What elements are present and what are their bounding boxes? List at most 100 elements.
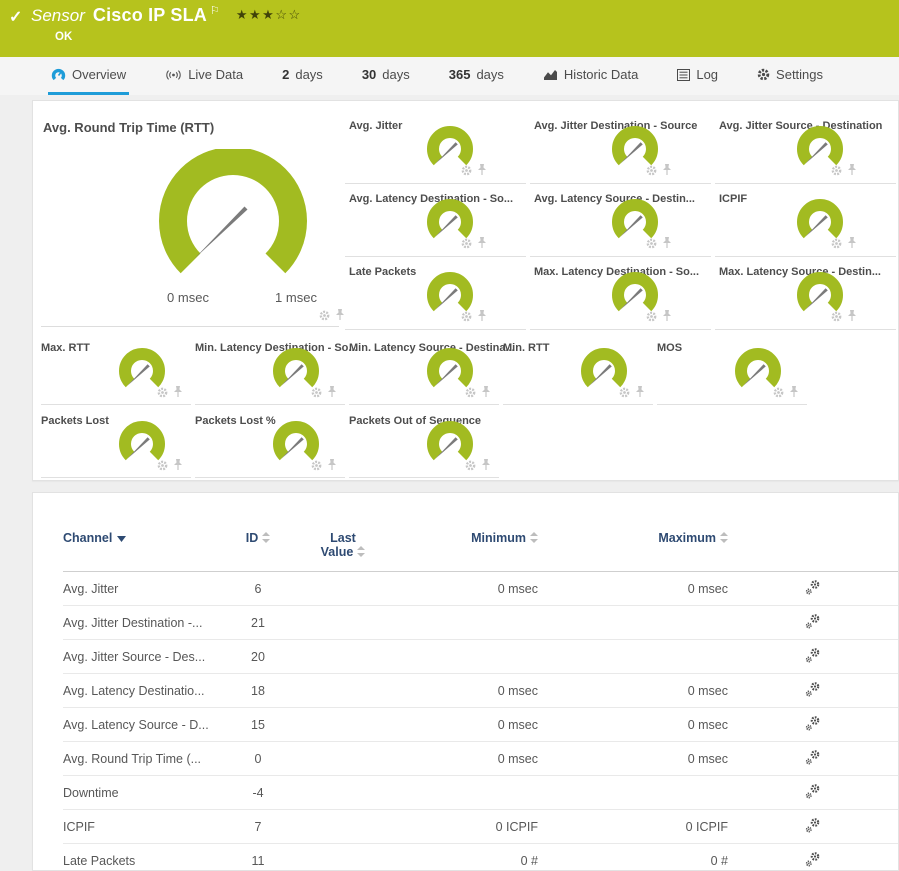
maximum-cell xyxy=(538,776,728,810)
channel-cell[interactable]: Downtime xyxy=(63,776,228,810)
tab-label: Overview xyxy=(72,67,126,82)
priority-stars[interactable]: ★★★☆☆ xyxy=(236,7,302,23)
pin-icon[interactable] xyxy=(662,237,672,249)
tab-365-days[interactable]: 365days xyxy=(446,57,507,95)
column-header-last-value[interactable]: Last Value xyxy=(288,527,398,572)
column-header-maximum[interactable]: Maximum xyxy=(538,527,728,572)
channel-settings-gears-icon[interactable] xyxy=(805,783,821,800)
gauge-panel-packets-lost[interactable]: Packets Lost xyxy=(41,406,191,478)
gear-icon[interactable] xyxy=(619,387,630,398)
gear-icon[interactable] xyxy=(311,387,322,398)
pin-icon[interactable] xyxy=(847,310,857,322)
gear-icon[interactable] xyxy=(461,311,472,322)
gauge-panel-avg-round-trip-time[interactable]: Avg. Round Trip Time (RTT) 0 msec 1 msec xyxy=(41,111,339,327)
pin-icon[interactable] xyxy=(327,459,337,471)
gauge-panel-max-latency-source-destin[interactable]: Max. Latency Source - Destin... xyxy=(715,257,896,330)
gauge-cell-icons xyxy=(831,237,857,249)
gear-icon[interactable] xyxy=(646,311,657,322)
channel-cell[interactable]: Avg. Jitter Source - Des... xyxy=(63,640,228,674)
tab-30-days[interactable]: 30days xyxy=(359,57,413,95)
channel-settings-gears-icon[interactable] xyxy=(805,851,821,868)
pin-icon[interactable] xyxy=(327,386,337,398)
pin-icon[interactable] xyxy=(481,386,491,398)
tab-log[interactable]: Log xyxy=(674,57,721,95)
tab-label: Settings xyxy=(776,67,823,82)
gear-icon[interactable] xyxy=(461,238,472,249)
gear-icon[interactable] xyxy=(319,310,330,321)
status-badge: OK xyxy=(55,31,72,43)
gauge-panel-min-latency-destination-so[interactable]: Min. Latency Destination - So... xyxy=(195,333,345,405)
pin-icon[interactable] xyxy=(847,237,857,249)
pin-icon[interactable] xyxy=(847,164,857,176)
priority-flag-icon[interactable]: ⚐ xyxy=(210,4,220,17)
gauge-cell-icons xyxy=(157,459,183,471)
channel-settings-gears-icon[interactable] xyxy=(805,579,821,596)
pin-icon[interactable] xyxy=(662,164,672,176)
channel-cell[interactable]: Avg. Jitter Destination -... xyxy=(63,606,228,640)
tab-2-days[interactable]: 2days xyxy=(279,57,326,95)
gauge-panel-avg-jitter-source-destination[interactable]: Avg. Jitter Source - Destination xyxy=(715,111,896,184)
gauge-cell-icons xyxy=(157,386,183,398)
gear-icon[interactable] xyxy=(311,460,322,471)
gear-icon[interactable] xyxy=(157,460,168,471)
gear-icon[interactable] xyxy=(646,238,657,249)
channel-settings-gears-icon[interactable] xyxy=(805,647,821,664)
channel-settings-gears-icon[interactable] xyxy=(805,749,821,766)
pin-icon[interactable] xyxy=(481,459,491,471)
gauge-panel-avg-jitter-destination-source[interactable]: Avg. Jitter Destination - Source xyxy=(530,111,711,184)
channel-cell[interactable]: Late Packets xyxy=(63,844,228,871)
column-header-id[interactable]: ID xyxy=(228,527,288,572)
channel-cell[interactable]: Avg. Latency Source - D... xyxy=(63,708,228,742)
pin-icon[interactable] xyxy=(477,310,487,322)
gauge-panel-packets-out-of-sequence[interactable]: Packets Out of Sequence xyxy=(349,406,499,478)
gauge-panel-packets-lost[interactable]: Packets Lost % xyxy=(195,406,345,478)
tab-historic-data[interactable]: Historic Data xyxy=(540,57,641,95)
gear-icon[interactable] xyxy=(831,165,842,176)
column-header-channel[interactable]: Channel xyxy=(63,527,228,572)
gear-icon[interactable] xyxy=(465,460,476,471)
column-header-minimum[interactable]: Minimum xyxy=(398,527,538,572)
channel-cell[interactable]: Avg. Jitter xyxy=(63,572,228,606)
gear-icon[interactable] xyxy=(646,165,657,176)
pin-icon[interactable] xyxy=(173,459,183,471)
gear-icon[interactable] xyxy=(831,238,842,249)
last-value-cell xyxy=(288,742,398,776)
tab-settings[interactable]: Settings xyxy=(754,57,826,95)
gauge-panel-min-rtt[interactable]: Min. RTT xyxy=(503,333,653,405)
pin-icon[interactable] xyxy=(635,386,645,398)
channel-cell[interactable]: Avg. Latency Destinatio... xyxy=(63,674,228,708)
gauge-panel-late-packets[interactable]: Late Packets xyxy=(345,257,526,330)
tab-overview[interactable]: Overview xyxy=(48,57,129,95)
channel-cell[interactable]: ICPIF xyxy=(63,810,228,844)
channel-cell[interactable]: Avg. Round Trip Time (... xyxy=(63,742,228,776)
gauge-panel-icpif[interactable]: ICPIF xyxy=(715,184,896,257)
gear-icon[interactable] xyxy=(773,387,784,398)
tab-live-data[interactable]: Live Data xyxy=(162,57,246,95)
gauge-title: Min. RTT xyxy=(503,342,549,354)
pin-icon[interactable] xyxy=(477,164,487,176)
pin-icon[interactable] xyxy=(173,386,183,398)
gauge-panel-min-latency-source-destina[interactable]: Min. Latency Source - Destina... xyxy=(349,333,499,405)
last-value-cell xyxy=(288,606,398,640)
gauge-panel-max-latency-destination-so[interactable]: Max. Latency Destination - So... xyxy=(530,257,711,330)
gauge-panel-avg-latency-destination-so[interactable]: Avg. Latency Destination - So... xyxy=(345,184,526,257)
pin-icon[interactable] xyxy=(477,237,487,249)
gauge-panel-avg-jitter[interactable]: Avg. Jitter xyxy=(345,111,526,184)
gear-icon[interactable] xyxy=(461,165,472,176)
tab-bar: Overview Live Data 2days 30days 365days Histo… xyxy=(0,57,899,95)
channel-settings-gears-icon[interactable] xyxy=(805,681,821,698)
pin-icon[interactable] xyxy=(662,310,672,322)
gear-icon[interactable] xyxy=(831,311,842,322)
pin-icon[interactable] xyxy=(789,386,799,398)
pin-icon[interactable] xyxy=(335,309,345,321)
gauge-panel-mos[interactable]: MOS xyxy=(657,333,807,405)
gauge-panel-max-rtt[interactable]: Max. RTT xyxy=(41,333,191,405)
channel-settings-gears-icon[interactable] xyxy=(805,613,821,630)
gauge-panel-avg-latency-source-destin[interactable]: Avg. Latency Source - Destin... xyxy=(530,184,711,257)
gauge-scale-min: 0 msec xyxy=(167,290,209,305)
gear-icon[interactable] xyxy=(465,387,476,398)
minimum-cell: 0 msec xyxy=(398,674,538,708)
channel-settings-gears-icon[interactable] xyxy=(805,817,821,834)
gear-icon[interactable] xyxy=(157,387,168,398)
channel-settings-gears-icon[interactable] xyxy=(805,715,821,732)
